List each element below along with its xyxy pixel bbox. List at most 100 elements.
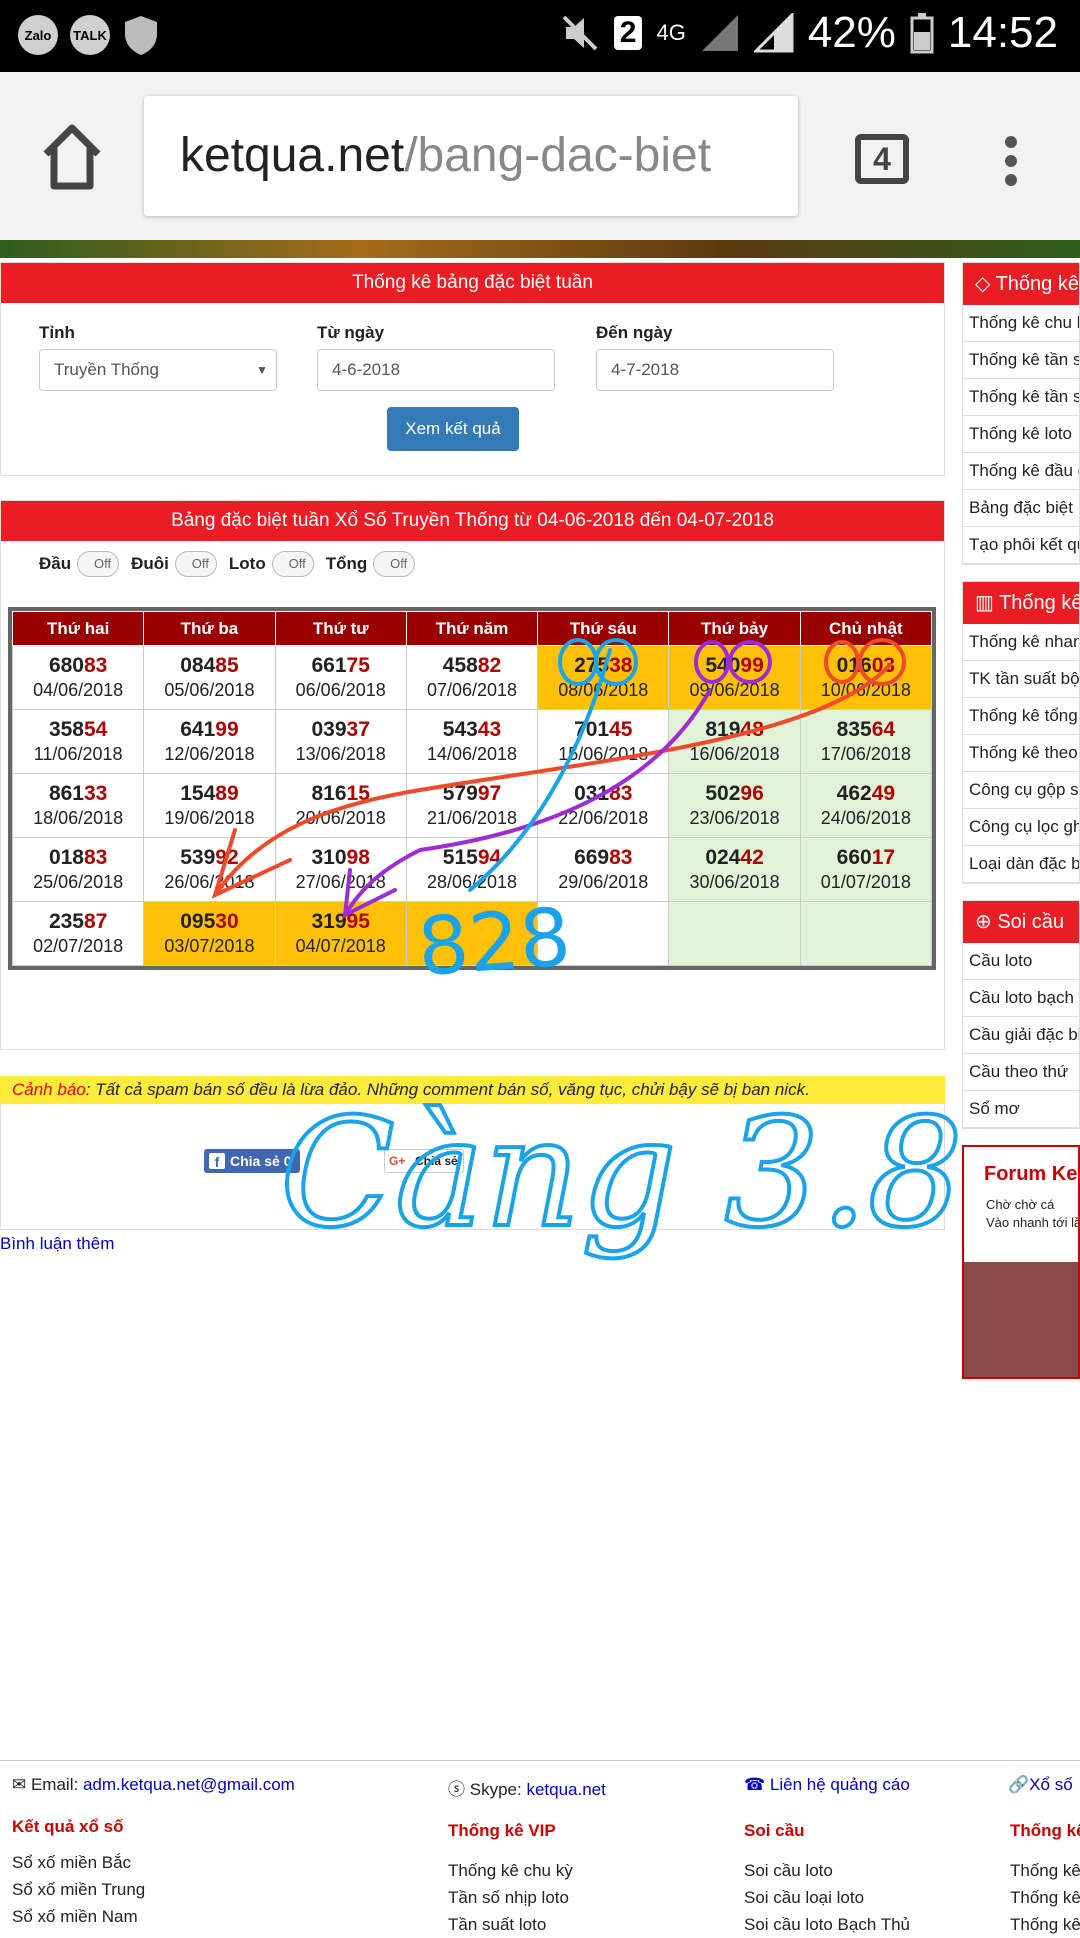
result-number: 54343 — [407, 718, 537, 742]
result-tail: 03 — [871, 653, 896, 677]
table-cell: 51594 28/06/2018 — [405, 837, 539, 902]
sidebar-vip-item[interactable]: Loại dàn đặc biệt — [963, 846, 1079, 883]
result-date: 09/06/2018 — [689, 679, 780, 700]
footer-link[interactable]: Thống kê — [1010, 1884, 1080, 1911]
footer-link[interactable]: Tần số nhịp loto — [448, 1884, 573, 1911]
result-date: 02/07/2018 — [33, 935, 124, 956]
overflow-menu-icon[interactable] — [1000, 132, 1022, 192]
search-icon: ⊕ — [975, 911, 998, 933]
footer-link[interactable]: Thống kê — [1010, 1857, 1080, 1884]
sidebar-vip-item[interactable]: Thống kê theo — [963, 735, 1079, 772]
toggle-label: Đuôi — [131, 554, 169, 573]
sidebar-vip-item[interactable]: Thống kê nhanh — [963, 624, 1079, 661]
footer-link[interactable]: Sổ xố miền Nam — [12, 1903, 145, 1930]
email-link[interactable]: adm.ketqua.net@gmail.com — [83, 1775, 295, 1794]
result-head: 095 — [180, 909, 216, 933]
result-date: 15/06/2018 — [558, 743, 649, 764]
toggle-switch[interactable]: Off — [174, 551, 217, 577]
sidebar-vip-item[interactable]: Công cụ gộp số NEW! — [963, 772, 1079, 809]
result-number: 51594 — [407, 846, 537, 870]
sidebar-vip: ▥ Thống kê VIP Thống kê nhanhTK tần suất… — [962, 581, 1080, 884]
table-cell: 81615 20/06/2018 — [274, 773, 407, 838]
forum-sub1: Chờ chờ cá — [986, 1197, 1055, 1212]
sidebar-soicau-item[interactable]: Cầu loto bạch thủ — [963, 980, 1079, 1017]
result-head: 462 — [836, 781, 872, 805]
sidebar-soicau-item[interactable]: Sổ mơ — [963, 1091, 1079, 1128]
footer-link[interactable]: Soi cầu loto Bạch Thủ — [744, 1911, 910, 1938]
ad-banner[interactable] — [0, 240, 1080, 258]
sidebar-stats-item[interactable]: Thống kê tần suất loto — [963, 379, 1079, 416]
more-comments-link[interactable]: Bình luận thêm — [0, 1234, 114, 1254]
footer-col1-title: Kết quả xổ số — [12, 1817, 124, 1836]
result-number: 53992 — [144, 846, 274, 870]
sidebar-stats-item[interactable]: Tạo phôi kết quả — [963, 527, 1079, 564]
result-date: 19/06/2018 — [164, 807, 255, 828]
footer-skype: ⓢ Skype: ketqua.net — [448, 1775, 606, 1800]
sidebar-stats-item[interactable]: Thống kê chu kỳ — [963, 305, 1079, 342]
footer-link[interactable]: Sổ xố miền Bắc — [12, 1849, 145, 1876]
comment-box[interactable] — [0, 1104, 945, 1230]
ads-contact-link[interactable]: ☎ Liên hệ quảng cáo — [744, 1775, 910, 1794]
footer-link[interactable]: Soi cầu loto — [744, 1857, 910, 1884]
sidebar-stats-item[interactable]: Thống kê loto — [963, 416, 1079, 453]
warning-text: : Tất cả spam bán số đều là lừa đảo. Nhữ… — [85, 1080, 810, 1099]
result-tail: 83 — [83, 845, 108, 869]
sidebar-soicau-item[interactable]: Cầu giải đặc biệt — [963, 1017, 1079, 1054]
sidebar-soicau-item[interactable]: Cầu theo thứ — [963, 1054, 1079, 1091]
sidebar-soicau-item[interactable]: Cầu loto — [963, 943, 1079, 980]
result-number: 81948 — [669, 718, 799, 742]
from-label: Từ ngày — [317, 323, 385, 342]
result-tail: 87 — [83, 909, 108, 933]
battery-icon — [910, 13, 934, 54]
result-number: 01883 — [13, 846, 143, 870]
table-cell: 03183 22/06/2018 — [537, 773, 670, 838]
to-date-input[interactable]: 4-7-2018 — [596, 349, 834, 391]
sidebar-stats-item[interactable]: Thống kê đầu đuôi — [963, 453, 1079, 490]
result-head: 458 — [442, 653, 478, 677]
footer-link[interactable]: Soi cầu loại loto — [744, 1884, 910, 1911]
result-head: 275 — [574, 653, 610, 677]
result-date: 11/06/2018 — [33, 743, 123, 764]
footer-link[interactable]: Thống kê — [1010, 1911, 1080, 1938]
from-date-input[interactable]: 4-6-2018 — [317, 349, 555, 391]
footer-link[interactable]: Tần suất loto — [448, 1911, 573, 1938]
sidebar-vip-item[interactable]: Công cụ lọc ghép VIP NEW! — [963, 809, 1079, 846]
forum-sub2: Vào nhanh tới lầ — [986, 1215, 1080, 1230]
result-tail: 17 — [871, 845, 896, 869]
result-number: 46249 — [801, 782, 931, 806]
result-number: 45882 — [407, 654, 537, 678]
table-cell: 27538 08/06/2018 — [537, 645, 670, 710]
result-number: 81615 — [276, 782, 406, 806]
result-number: 64199 — [144, 718, 274, 742]
table-cell: 54343 14/06/2018 — [405, 709, 539, 774]
toggle-switch[interactable]: Off — [77, 551, 120, 577]
address-bar[interactable]: ketqua.net/bang-dac-biet — [144, 96, 798, 216]
footer-email: ✉ Email: adm.ketqua.net@gmail.com — [12, 1775, 295, 1795]
footer-link[interactable]: Sổ xố miền Trung — [12, 1876, 145, 1903]
toggle-switch[interactable]: Off — [271, 551, 314, 577]
tab-switcher-button[interactable]: 4 — [855, 134, 909, 184]
result-date: 27/06/2018 — [295, 871, 386, 892]
sidebar-vip-item[interactable]: TK tần suất bộ — [963, 661, 1079, 698]
battery-level: 42% — [807, 8, 896, 57]
forum-ad[interactable]: Forum Ketqua Chờ chờ cá Vào nhanh tới lầ — [962, 1145, 1080, 1379]
sidebar-stats-item[interactable]: Thống kê tần suất loto — [963, 342, 1079, 379]
table-cell: 31995 04/07/2018 — [274, 901, 407, 966]
table-header-cell: Thứ hai — [11, 611, 145, 646]
footer-link[interactable]: Thống kê chu kỳ — [448, 1857, 573, 1884]
toggle-switch[interactable]: Off — [373, 551, 416, 577]
result-number: 27538 — [538, 654, 668, 678]
result-head: 502 — [705, 781, 741, 805]
result-date: 17/06/2018 — [820, 743, 911, 764]
table-cell: 54099 09/06/2018 — [668, 645, 801, 710]
table-header-cell: Thứ bảy — [668, 611, 801, 646]
home-icon[interactable] — [40, 122, 104, 192]
xoso-link[interactable]: 🔗Xổ số — [1008, 1775, 1073, 1794]
result-date: 29/06/2018 — [558, 871, 649, 892]
view-result-button[interactable]: Xem kết quả — [387, 407, 519, 451]
sidebar-vip-item[interactable]: Thống kê tổng — [963, 698, 1079, 735]
sidebar-stats-item[interactable]: Bảng đặc biệt — [963, 490, 1079, 527]
result-head: 669 — [574, 845, 610, 869]
province-select[interactable]: Truyền Thống ▼ — [39, 349, 277, 391]
skype-link[interactable]: ketqua.net — [526, 1780, 605, 1799]
